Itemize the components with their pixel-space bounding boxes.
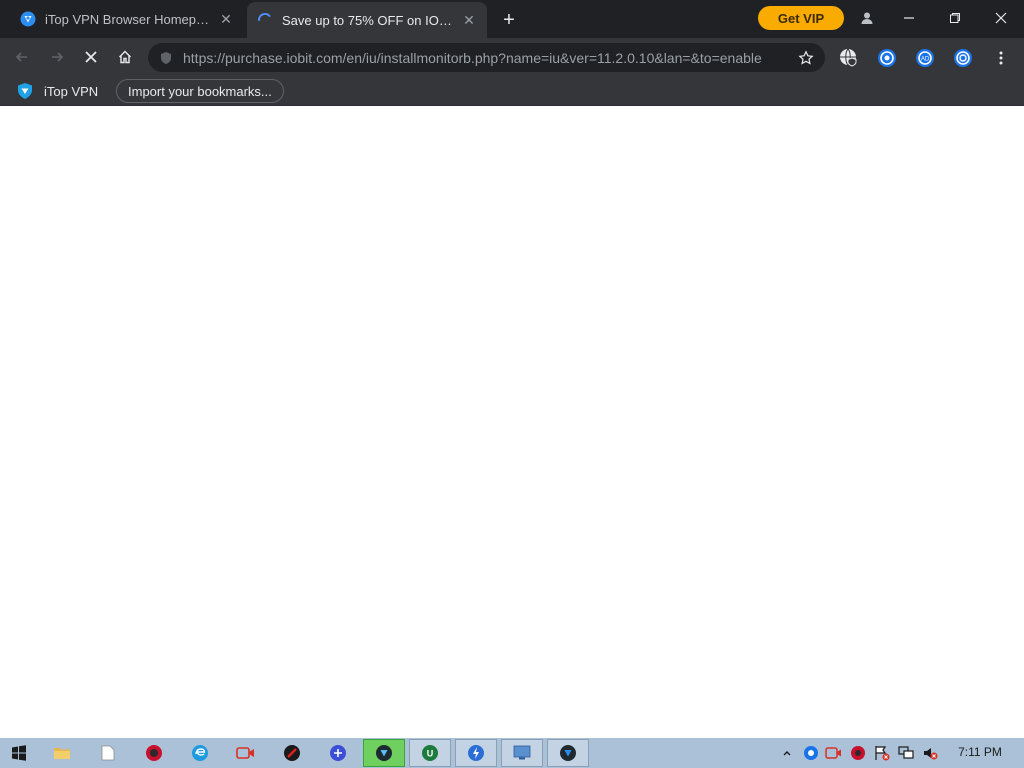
itop-vpn-icon — [16, 82, 34, 100]
red-shield-app-icon[interactable] — [133, 739, 175, 767]
itop-vpn-taskbar-icon[interactable] — [363, 739, 405, 767]
minimize-button[interactable] — [896, 6, 922, 30]
monitor-app-icon[interactable] — [501, 739, 543, 767]
tab-title: Save up to 75% OFF on IObit ... — [282, 12, 455, 28]
screen-recorder-icon[interactable] — [225, 739, 267, 767]
bookmark-itop-vpn[interactable]: iTop VPN — [16, 79, 98, 103]
protect-extension-icon[interactable] — [952, 47, 974, 69]
loading-spinner-icon — [257, 12, 273, 28]
file-explorer-icon[interactable] — [41, 739, 83, 767]
blue-app-icon[interactable] — [317, 739, 359, 767]
tray-red-app-icon[interactable] — [849, 744, 867, 762]
import-bookmarks-button[interactable]: Import your bookmarks... — [116, 79, 284, 103]
svg-text:U: U — [427, 749, 434, 759]
tray-app-blue-icon[interactable] — [802, 744, 820, 762]
profile-icon[interactable] — [854, 6, 880, 30]
volume-muted-icon[interactable] — [921, 744, 939, 762]
shield-icon — [158, 50, 174, 66]
stop-loading-button[interactable] — [77, 43, 105, 71]
toolbar: https://purchase.iobit.com/en/iu/install… — [0, 38, 1024, 76]
tab-iobit-offer[interactable]: Save up to 75% OFF on IObit ... ✕ — [247, 2, 487, 38]
tray-flag-error-icon[interactable] — [873, 744, 891, 762]
forward-button[interactable] — [43, 43, 71, 71]
windows-start-icon[interactable] — [0, 739, 38, 767]
network-icon[interactable] — [897, 744, 915, 762]
bookmark-label: iTop VPN — [44, 83, 99, 99]
close-icon[interactable]: ✕ — [461, 12, 477, 28]
adblock-extension-icon[interactable]: AD — [914, 47, 936, 69]
itop-vpn-icon — [20, 11, 36, 27]
url-text[interactable]: https://purchase.iobit.com/en/iu/install… — [183, 50, 789, 66]
home-button[interactable] — [111, 43, 139, 71]
itop-browser-taskbar-icon[interactable] — [547, 739, 589, 767]
close-icon[interactable]: ✕ — [218, 11, 234, 27]
restore-button[interactable] — [942, 6, 968, 30]
red-dark-app-icon[interactable] — [271, 739, 313, 767]
edge-browser-icon[interactable] — [179, 739, 221, 767]
menu-kebab-icon[interactable] — [990, 47, 1012, 69]
show-hidden-icons-chevron-icon[interactable] — [778, 744, 796, 762]
speed-app-icon[interactable] — [455, 739, 497, 767]
tab-strip: iTop VPN Browser Homepage ✕ Save up to 7… — [0, 0, 1024, 38]
document-icon[interactable] — [87, 739, 129, 767]
uninstaller-icon[interactable]: U — [409, 739, 451, 767]
address-bar[interactable]: https://purchase.iobit.com/en/iu/install… — [148, 43, 825, 72]
taskbar: U 7:11 PM — [0, 738, 1024, 768]
tray-recorder-icon[interactable] — [825, 744, 843, 762]
tab-title: iTop VPN Browser Homepage — [45, 11, 212, 27]
back-button[interactable] — [8, 43, 36, 71]
svg-text:AD: AD — [921, 57, 930, 63]
bookmark-star-icon[interactable] — [795, 47, 817, 69]
get-vip-button[interactable]: Get VIP — [758, 6, 844, 30]
bookmarks-bar: iTop VPN Import your bookmarks... — [0, 76, 1024, 106]
new-tab-button[interactable]: + — [498, 10, 520, 32]
page-content[interactable] — [0, 106, 1024, 738]
tab-itop-homepage[interactable]: iTop VPN Browser Homepage ✕ — [10, 0, 244, 38]
iobit-extension-icon[interactable] — [876, 47, 898, 69]
globe-shield-icon[interactable] — [838, 47, 860, 69]
taskbar-clock[interactable]: 7:11 PM — [948, 745, 1012, 761]
close-window-button[interactable] — [988, 6, 1014, 30]
